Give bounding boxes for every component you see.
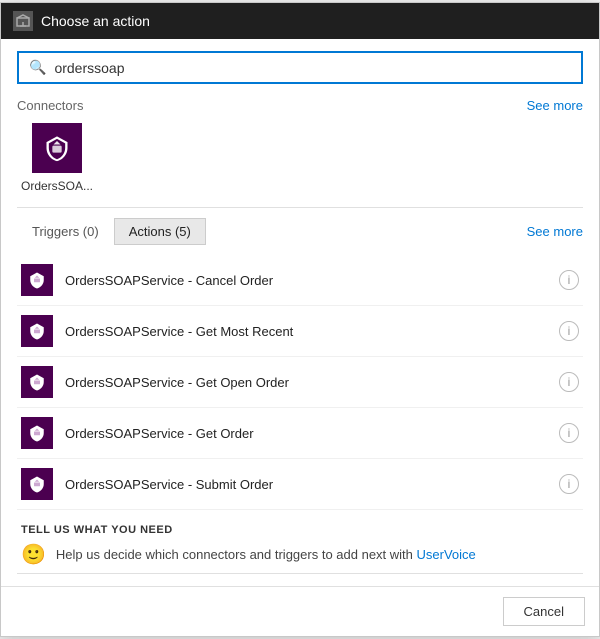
connectors-header: Connectors See more — [17, 98, 583, 113]
action-name-4: OrdersSOAPService - Get Order — [65, 426, 547, 441]
action-name-5: OrdersSOAPService - Submit Order — [65, 477, 547, 492]
action-row[interactable]: OrdersSOAPService - Submit Order i — [17, 459, 583, 510]
action-row[interactable]: OrdersSOAPService - Get Order i — [17, 408, 583, 459]
titlebar-icon — [13, 11, 33, 31]
action-item-icon — [21, 468, 53, 500]
action-item-icon — [21, 417, 53, 449]
uservoice-link[interactable]: UserVoice — [417, 547, 476, 562]
info-icon-4[interactable]: i — [559, 423, 579, 443]
feedback-row: 🙂 Help us decide which connectors and tr… — [21, 542, 579, 567]
info-icon-5[interactable]: i — [559, 474, 579, 494]
search-icon: 🔍 — [29, 59, 46, 76]
smiley-icon: 🙂 — [21, 542, 46, 567]
tab-actions[interactable]: Actions (5) — [114, 218, 206, 245]
info-icon-1[interactable]: i — [559, 270, 579, 290]
info-icon-3[interactable]: i — [559, 372, 579, 392]
action-item-icon — [21, 264, 53, 296]
action-item-icon — [21, 315, 53, 347]
cancel-button[interactable]: Cancel — [503, 597, 585, 626]
dialog-body: 🔍 orderssoap Connectors See more OrdersS… — [1, 39, 599, 586]
search-box: 🔍 orderssoap — [17, 51, 583, 84]
dialog-titlebar: Choose an action — [1, 3, 599, 39]
connector-icon — [32, 123, 82, 173]
feedback-title: TELL US WHAT YOU NEED — [21, 524, 579, 536]
connectors-see-more-link[interactable]: See more — [527, 98, 583, 113]
action-name-3: OrdersSOAPService - Get Open Order — [65, 375, 547, 390]
action-row[interactable]: OrdersSOAPService - Get Most Recent i — [17, 306, 583, 357]
feedback-section: TELL US WHAT YOU NEED 🙂 Help us decide w… — [17, 510, 583, 574]
connectors-section: Connectors See more OrdersSOA... — [17, 98, 583, 208]
feedback-text: Help us decide which connectors and trig… — [56, 547, 476, 562]
action-row[interactable]: OrdersSOAPService - Cancel Order i — [17, 255, 583, 306]
tabs-row: Triggers (0) Actions (5) See more — [17, 218, 583, 245]
info-icon-2[interactable]: i — [559, 321, 579, 341]
dialog-footer: Cancel — [1, 586, 599, 636]
connector-name: OrdersSOA... — [21, 179, 93, 193]
actions-see-more-link[interactable]: See more — [527, 224, 583, 239]
connectors-label: Connectors — [17, 98, 83, 113]
connector-item[interactable]: OrdersSOA... — [17, 123, 97, 193]
choose-action-dialog: Choose an action 🔍 orderssoap Connectors… — [0, 2, 600, 637]
search-input[interactable]: orderssoap — [54, 60, 571, 76]
action-name-1: OrdersSOAPService - Cancel Order — [65, 273, 547, 288]
action-row[interactable]: OrdersSOAPService - Get Open Order i — [17, 357, 583, 408]
action-name-2: OrdersSOAPService - Get Most Recent — [65, 324, 547, 339]
actions-list: OrdersSOAPService - Cancel Order i Order… — [17, 255, 583, 510]
dialog-title: Choose an action — [41, 13, 150, 29]
action-item-icon — [21, 366, 53, 398]
tab-triggers[interactable]: Triggers (0) — [17, 218, 114, 245]
